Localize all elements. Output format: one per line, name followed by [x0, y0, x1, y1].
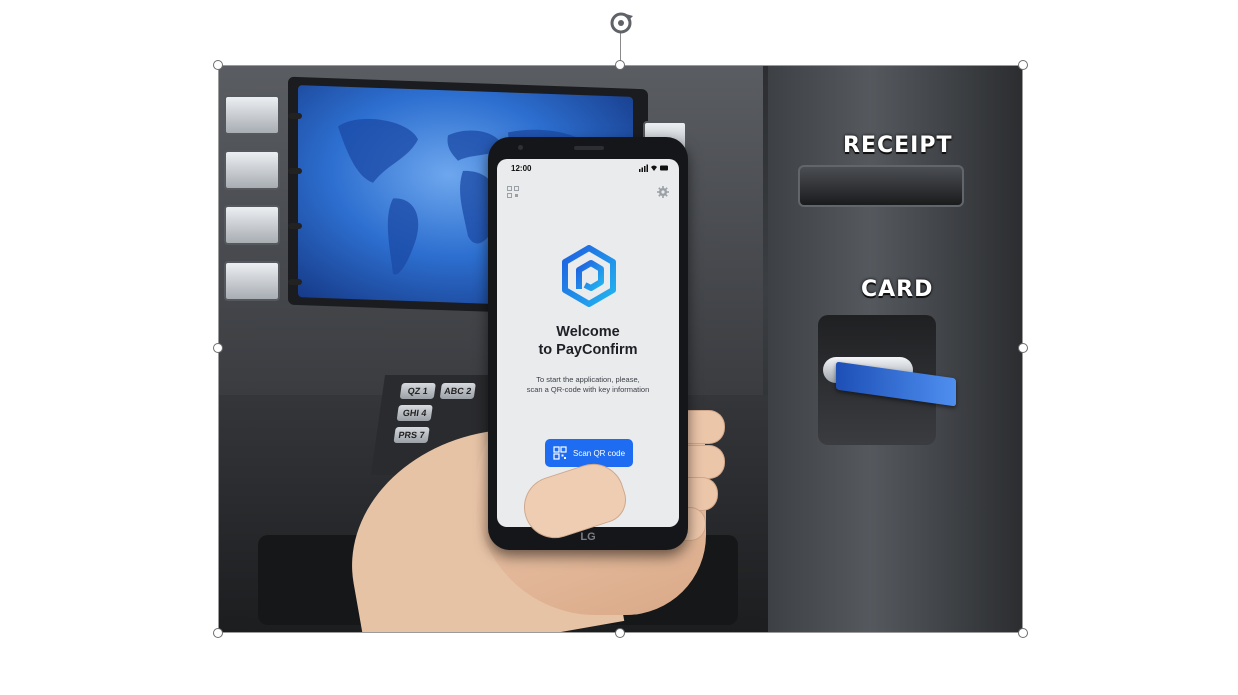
atm-side-connector	[288, 279, 302, 285]
resize-handle-right[interactable]	[1018, 343, 1028, 353]
keypad-key: GHI 4	[396, 405, 433, 421]
description-line-2: scan a QR-code with key information	[526, 385, 650, 394]
atm-side-button-4	[224, 261, 280, 301]
signal-wifi-battery-icon	[639, 164, 668, 172]
camera-icon	[518, 145, 523, 150]
receipt-slot	[798, 165, 964, 207]
resize-handle-top-left[interactable]	[213, 60, 223, 70]
resize-handle-left[interactable]	[213, 343, 223, 353]
resize-handle-top[interactable]	[615, 60, 625, 70]
keypad-key: ABC 2	[439, 383, 476, 399]
payconfirm-logo-icon	[561, 245, 617, 307]
atm-side-connector	[288, 113, 302, 119]
atm-side-button-3	[224, 205, 280, 245]
status-time: 12:00	[511, 164, 532, 173]
gear-icon[interactable]	[657, 185, 669, 198]
resize-handle-bottom[interactable]	[615, 628, 625, 638]
resize-handle-bottom-left[interactable]	[213, 628, 223, 638]
resize-handle-top-right[interactable]	[1018, 60, 1028, 70]
keypad-key: QZ 1	[399, 383, 436, 399]
card-label: CARD	[861, 277, 934, 302]
qr-code-icon[interactable]	[507, 185, 519, 198]
status-icons	[639, 164, 669, 174]
rotate-icon[interactable]	[606, 8, 636, 38]
atm-side-connector	[288, 168, 302, 174]
scan-qr-button-label: Scan QR code	[572, 448, 626, 458]
selected-image[interactable]: QZ 1 ABC 2 GHI 4 PRS 7 RECEIPT CARD 12:0…	[218, 65, 1023, 633]
keypad-key: PRS 7	[393, 427, 430, 443]
receipt-label: RECEIPT	[843, 133, 953, 158]
atm-side-connector	[288, 223, 302, 229]
welcome-title-line-2: to PayConfirm	[538, 342, 638, 358]
welcome-title: Welcome to PayConfirm	[497, 323, 679, 359]
welcome-description: To start the application, please, scan a…	[497, 375, 679, 395]
phone-brand-logo: LG	[580, 531, 596, 543]
speaker-grille	[574, 146, 604, 150]
resize-handle-bottom-right[interactable]	[1018, 628, 1028, 638]
atm-side-button-1	[224, 95, 280, 135]
welcome-title-line-1: Welcome	[556, 324, 620, 340]
atm-side-button-2	[224, 150, 280, 190]
qr-code-icon	[553, 446, 567, 460]
description-line-1: To start the application, please,	[536, 375, 640, 384]
